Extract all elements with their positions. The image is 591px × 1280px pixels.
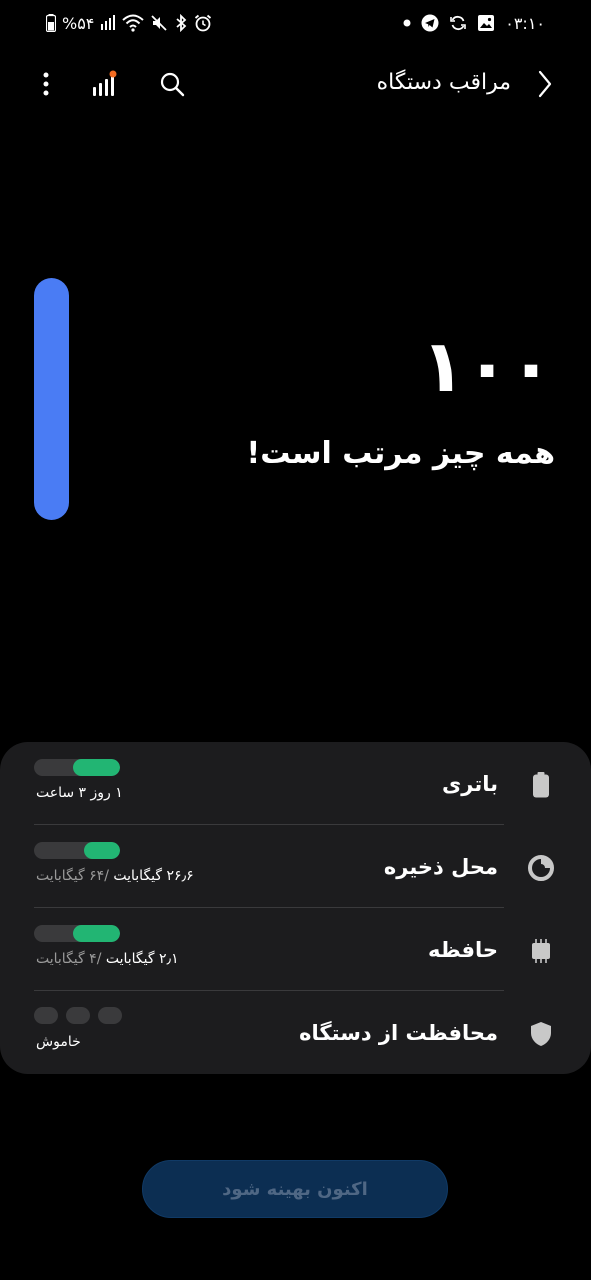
list-item-device-protection[interactable]: خاموش محافظت از دستگاه <box>34 991 551 1074</box>
battery-label: باتری <box>442 772 498 796</box>
status-bar: %۵۴ ۰۳:۱۰ <box>0 0 591 46</box>
more-options-button[interactable] <box>30 68 62 104</box>
protection-value-text: خاموش <box>36 1034 81 1050</box>
signal-bars-icon <box>100 15 116 31</box>
status-left: %۵۴ <box>46 10 212 36</box>
battery-icon <box>524 768 558 802</box>
page-title: مراقب دستگاه <box>376 70 511 95</box>
more-vertical-icon <box>43 72 49 100</box>
list-item-battery[interactable]: ۱ روز ۳ ساعت باتری <box>34 742 549 825</box>
list-item-storage[interactable]: ۲۶٫۶ گیگابایت /۶۴ گیگابایت محل ذخیره <box>34 825 554 908</box>
battery-value: ۱ روز ۳ ساعت <box>36 785 123 801</box>
bluetooth-icon <box>174 14 188 32</box>
memory-value: ۲٫۱ گیگابایت /۴ گیگابایت <box>36 951 179 967</box>
status-right: ۰۳:۱۰ <box>403 10 545 36</box>
shield-icon <box>524 1017 558 1051</box>
search-button[interactable] <box>152 68 192 104</box>
storage-pie-icon <box>524 851 558 885</box>
storage-progress-fill <box>83 842 120 859</box>
bars-with-badge-icon <box>91 70 117 102</box>
device-status-card: ۱ روز ۳ ساعت باتری ۲۶٫۶ گیگابایت /۶۴ گیگ… <box>0 742 591 1074</box>
memory-chip-icon <box>524 934 558 968</box>
chevron-back-icon <box>537 70 553 102</box>
storage-value: ۲۶٫۶ گیگابایت /۶۴ گیگابایت <box>36 868 194 884</box>
wifi-icon <box>122 14 145 32</box>
notification-dot-icon <box>403 19 411 27</box>
app-bar: مراقب دستگاه <box>0 60 591 112</box>
mute-icon <box>150 14 168 32</box>
list-item-memory[interactable]: ۲٫۱ گیگابایت /۴ گیگابایت حافظه <box>34 908 550 991</box>
protection-label: محافظت از دستگاه <box>299 1021 498 1045</box>
search-icon <box>159 71 185 101</box>
memory-label: حافظه <box>428 938 498 962</box>
alarm-icon <box>194 14 212 32</box>
protection-status-dots <box>34 1007 122 1024</box>
memory-total-text: /۴ گیگابایت <box>36 951 106 967</box>
score-message: همه چیز مرتب است! <box>246 436 555 471</box>
clock: ۰۳:۱۰ <box>505 13 545 33</box>
memory-progress-fill <box>72 925 120 942</box>
telegram-icon <box>421 14 439 32</box>
battery-progress <box>34 759 120 776</box>
gallery-icon <box>477 14 495 32</box>
status-dot <box>98 1007 122 1024</box>
battery-status-icon <box>46 14 56 32</box>
device-score: ۱۰۰ <box>421 324 553 408</box>
storage-total-text: /۶۴ گیگابایت <box>36 868 114 884</box>
storage-progress <box>34 842 120 859</box>
back-button[interactable] <box>527 68 563 104</box>
storage-used-text: ۲۶٫۶ گیگابایت <box>113 868 194 884</box>
status-dot <box>34 1007 58 1024</box>
optimize-now-button[interactable]: اکنون بهینه شود <box>142 1160 448 1218</box>
battery-percent: %۵۴ <box>62 13 95 33</box>
memory-used-text: ۲٫۱ گیگابایت <box>105 951 179 967</box>
storage-label: محل ذخیره <box>383 855 498 879</box>
battery-value-text: ۱ روز ۳ ساعت <box>36 785 123 801</box>
sync-icon <box>449 14 467 32</box>
battery-progress-fill <box>72 759 120 776</box>
protection-value: خاموش <box>36 1034 81 1050</box>
diagnostics-button[interactable] <box>84 68 124 104</box>
memory-progress <box>34 925 120 942</box>
status-dot <box>66 1007 90 1024</box>
score-gauge-bar <box>34 278 69 520</box>
